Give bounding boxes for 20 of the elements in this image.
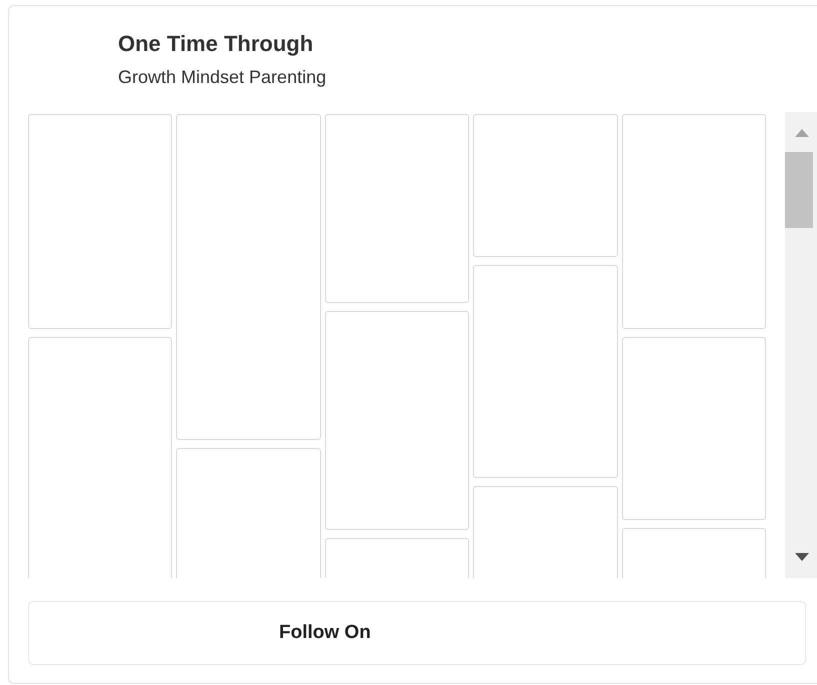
pin-tile[interactable] — [324, 538, 470, 578]
pin-tile[interactable] — [28, 337, 172, 578]
scrollbar-thumb[interactable] — [785, 152, 813, 228]
follow-button[interactable]: Follow On — [28, 601, 806, 665]
pin-tile[interactable] — [176, 114, 321, 440]
scroll-up-icon[interactable] — [795, 129, 809, 137]
board-title[interactable]: One Time Through — [118, 31, 314, 57]
pin-tile[interactable] — [324, 114, 470, 303]
board-subtitle: Growth Mindset Parenting — [118, 66, 326, 88]
pin-tile[interactable] — [622, 114, 766, 329]
pin-tile[interactable] — [622, 337, 766, 520]
pin-tile[interactable] — [473, 114, 618, 257]
pin-tile[interactable] — [473, 265, 618, 478]
pin-tile[interactable] — [28, 114, 172, 329]
pin-tile[interactable] — [622, 528, 766, 578]
scrollbar[interactable] — [785, 112, 817, 578]
pin-tile[interactable] — [324, 311, 470, 530]
scroll-down-icon[interactable] — [795, 553, 809, 561]
pin-tile[interactable] — [176, 448, 321, 578]
pin-tile[interactable] — [473, 486, 618, 578]
